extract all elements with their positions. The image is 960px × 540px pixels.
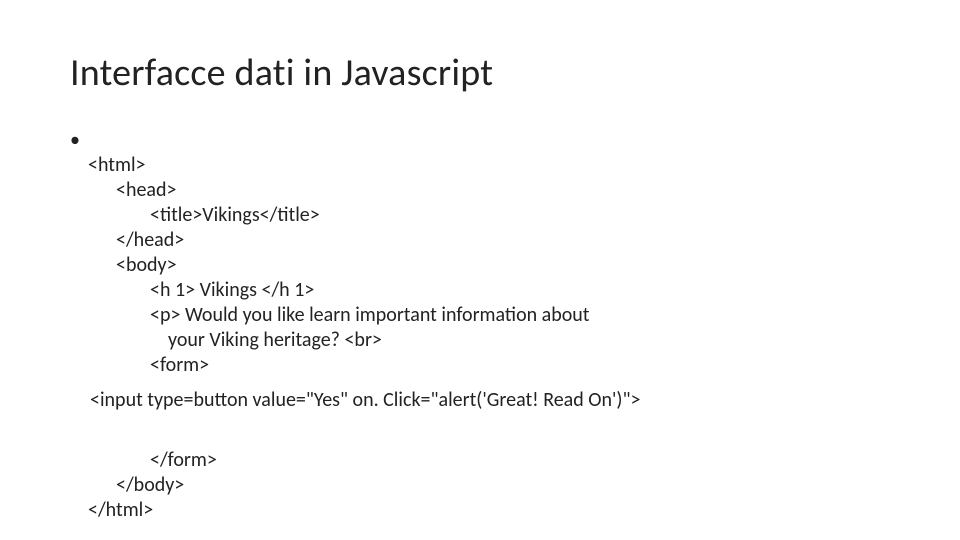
bullet-mark: • [70, 128, 88, 153]
code-block-tail: </form> </body> </html> [70, 423, 890, 523]
code-block: <html> <head> <title>Vikings</title> </h… [88, 128, 589, 378]
slide: Interfacce dati in Javascript • <html> <… [0, 0, 960, 540]
code-line: <form> [88, 353, 209, 378]
code-line: </form> [88, 448, 217, 473]
code-input-line: <input type=button value="Yes" on. Click… [70, 388, 890, 413]
code-line: </body> [88, 473, 184, 498]
code-line: <head> [88, 178, 176, 203]
code-line: </head> [88, 228, 184, 253]
slide-title: Interfacce dati in Javascript [70, 50, 890, 96]
code-line: <html> [88, 153, 146, 177]
code-line: <body> [88, 253, 177, 278]
code-line: <h 1> Vikings </h 1> [88, 278, 314, 303]
code-line: <p> Would you like learn important infor… [88, 303, 589, 328]
code-line: </html> [88, 498, 153, 522]
code-line: <title>Vikings</title> [88, 203, 320, 228]
bullet-item: • <html> <head> <title>Vikings</title> <… [70, 128, 890, 378]
slide-body: • <html> <head> <title>Vikings</title> <… [70, 128, 890, 523]
code-line: your Viking heritage? <br> [88, 328, 382, 353]
